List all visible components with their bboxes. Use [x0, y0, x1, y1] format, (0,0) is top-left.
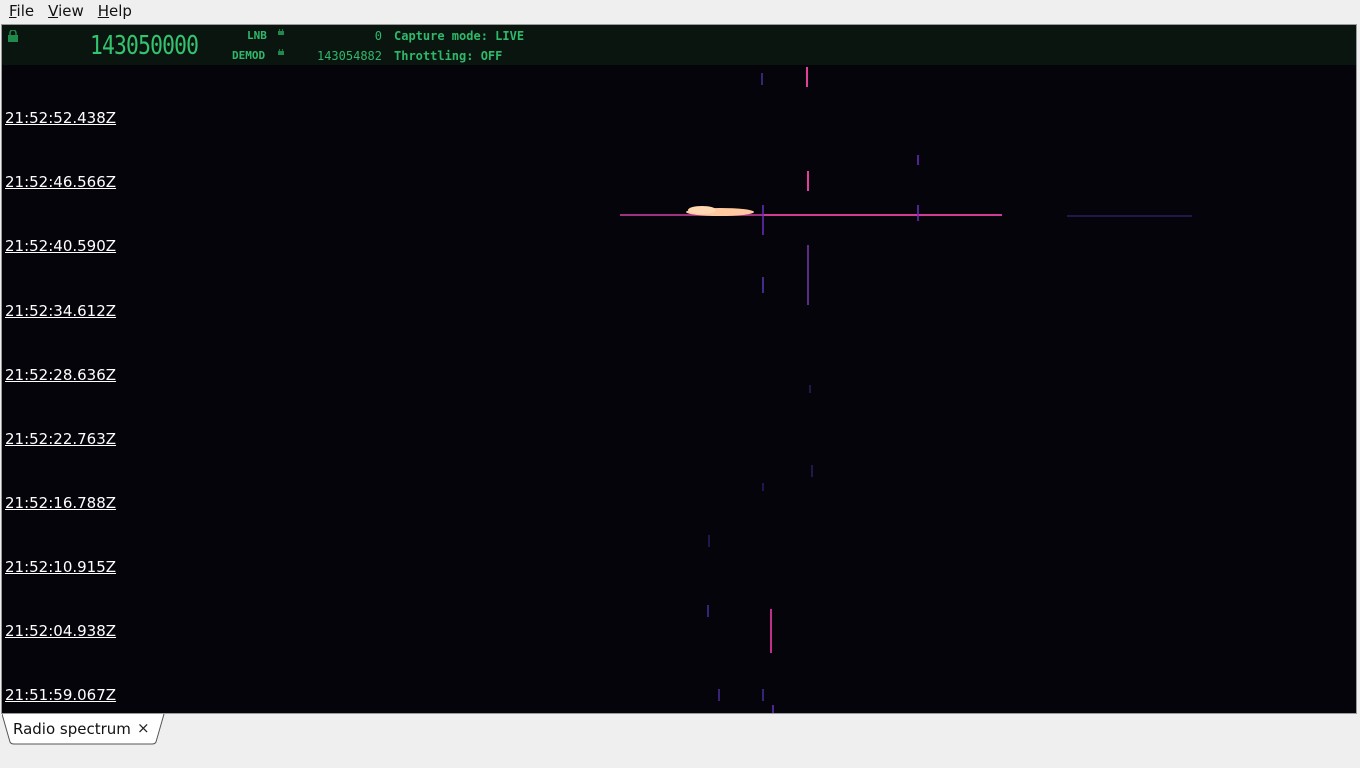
- timestamp-label: 21:52:52.438Z: [5, 109, 117, 127]
- close-icon[interactable]: ×: [137, 719, 150, 737]
- timestamp-label: 21:52:16.788Z: [5, 494, 117, 512]
- menu-view[interactable]: View: [39, 2, 89, 20]
- demod-lock-icon[interactable]: [278, 49, 284, 55]
- capture-mode-status: Capture mode: LIVE: [394, 29, 525, 43]
- menu-bar: File View Help: [0, 0, 1360, 22]
- spectrum-panel: 143050000 LNB 0 DEMOD 143054882 Capture …: [1, 24, 1357, 714]
- throttling-status: Throttling: OFF: [394, 49, 503, 63]
- tab-bar: Radio spectrum ×: [0, 714, 1360, 768]
- demod-label: DEMOD: [232, 49, 266, 62]
- timestamp-label: 21:52:28.636Z: [5, 366, 117, 384]
- waterfall-signals: [620, 67, 1192, 713]
- lnb-label: LNB: [247, 29, 267, 42]
- timestamp-label: 21:52:04.938Z: [5, 622, 117, 640]
- timestamp-label: 21:52:46.566Z: [5, 173, 117, 191]
- lnb-value[interactable]: 0: [302, 29, 382, 43]
- tab-radio-spectrum[interactable]: Radio spectrum ×: [2, 714, 165, 745]
- menu-file[interactable]: File: [0, 2, 39, 20]
- lnb-lock-icon[interactable]: [278, 29, 284, 35]
- timestamp-label: 21:52:40.590Z: [5, 237, 117, 255]
- tab-label: Radio spectrum: [13, 720, 131, 738]
- timestamp-label: 21:52:34.612Z: [5, 302, 117, 320]
- demod-value[interactable]: 143054882: [292, 49, 382, 63]
- timestamp-label: 21:52:10.915Z: [5, 558, 117, 576]
- frequency-hud: 143050000 LNB 0 DEMOD 143054882 Capture …: [2, 25, 1356, 65]
- timestamp-label: 21:52:22.763Z: [5, 430, 117, 448]
- timestamp-label: 21:51:59.067Z: [5, 686, 117, 704]
- menu-help[interactable]: Help: [89, 2, 137, 20]
- main-frequency-display[interactable]: 143050000: [90, 31, 199, 61]
- lock-icon[interactable]: [7, 30, 19, 42]
- waterfall-display[interactable]: 21:52:52.438Z 21:52:46.566Z 21:52:40.590…: [2, 65, 1356, 713]
